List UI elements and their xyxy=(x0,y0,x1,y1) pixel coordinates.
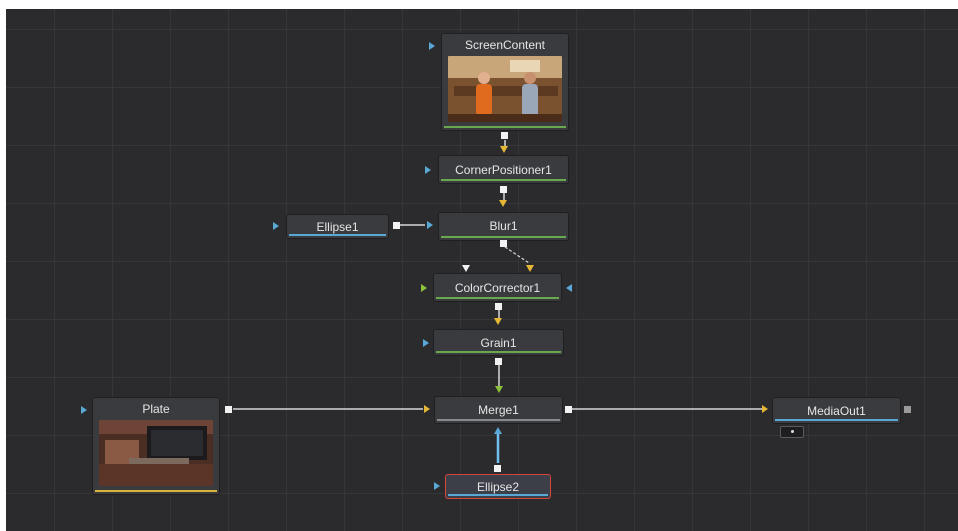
input-arrow[interactable] xyxy=(499,200,507,207)
output-port[interactable] xyxy=(495,358,502,365)
node-status-bar xyxy=(436,351,561,353)
output-port[interactable] xyxy=(495,303,502,310)
node-label: CornerPositioner1 xyxy=(455,163,552,177)
node-ellipse1[interactable]: Ellipse1 xyxy=(286,214,389,239)
input-arrow[interactable] xyxy=(434,482,440,490)
input-arrow[interactable] xyxy=(462,265,470,272)
node-merge[interactable]: Merge1 xyxy=(434,396,563,424)
input-arrow[interactable] xyxy=(526,265,534,272)
node-status-bar xyxy=(441,179,566,181)
input-arrow[interactable] xyxy=(423,339,429,347)
node-cornerpositioner[interactable]: CornerPositioner1 xyxy=(438,155,569,184)
node-status-bar xyxy=(775,419,898,421)
input-arrow[interactable] xyxy=(762,405,768,413)
node-status-bar xyxy=(436,297,559,299)
output-port[interactable] xyxy=(904,406,911,413)
input-arrow[interactable] xyxy=(500,146,508,153)
node-status-bar xyxy=(441,236,566,238)
node-grain[interactable]: Grain1 xyxy=(433,329,564,356)
view-indicator-dot xyxy=(791,430,794,433)
node-status-bar xyxy=(448,494,548,496)
node-colorcorrector[interactable]: ColorCorrector1 xyxy=(433,273,562,302)
input-arrow[interactable] xyxy=(273,222,279,230)
input-arrow[interactable] xyxy=(566,284,572,292)
output-port[interactable] xyxy=(494,465,501,472)
node-label: Blur1 xyxy=(489,219,518,233)
node-label: ColorCorrector1 xyxy=(454,281,541,295)
node-status-bar xyxy=(444,126,566,128)
input-arrow[interactable] xyxy=(81,406,87,414)
input-arrow[interactable] xyxy=(429,42,435,50)
output-port[interactable] xyxy=(565,406,572,413)
node-blur[interactable]: Blur1 xyxy=(438,212,569,241)
node-screencontent[interactable]: ScreenContent xyxy=(441,33,569,131)
node-ellipse2[interactable]: Ellipse2 xyxy=(445,474,551,499)
node-label: Ellipse2 xyxy=(476,480,520,494)
thumbnail-image xyxy=(99,420,213,486)
output-port[interactable] xyxy=(225,406,232,413)
node-status-bar xyxy=(289,234,386,236)
input-arrow[interactable] xyxy=(495,386,503,393)
node-label: Plate xyxy=(142,402,170,416)
node-mediaout[interactable]: MediaOut1 xyxy=(772,397,901,424)
mask-input-arrow[interactable] xyxy=(494,427,502,434)
node-label: Ellipse1 xyxy=(316,220,359,234)
output-port[interactable] xyxy=(501,132,508,139)
view-indicator[interactable] xyxy=(780,426,804,438)
mask-input-arrow[interactable] xyxy=(427,221,433,229)
node-label: Merge1 xyxy=(478,403,519,417)
output-port[interactable] xyxy=(500,240,507,247)
output-port[interactable] xyxy=(393,222,400,229)
node-label: ScreenContent xyxy=(464,38,546,52)
input-arrow[interactable] xyxy=(494,318,502,325)
node-label: Grain1 xyxy=(480,336,517,350)
node-status-bar xyxy=(95,490,217,492)
node-label: MediaOut1 xyxy=(807,404,866,418)
node-plate[interactable]: Plate xyxy=(92,397,220,495)
background-input-arrow[interactable] xyxy=(424,405,430,413)
thumbnail-image xyxy=(448,56,562,122)
input-arrow[interactable] xyxy=(425,166,431,174)
output-port[interactable] xyxy=(500,186,507,193)
node-status-bar xyxy=(437,419,560,421)
input-arrow[interactable] xyxy=(421,284,427,292)
